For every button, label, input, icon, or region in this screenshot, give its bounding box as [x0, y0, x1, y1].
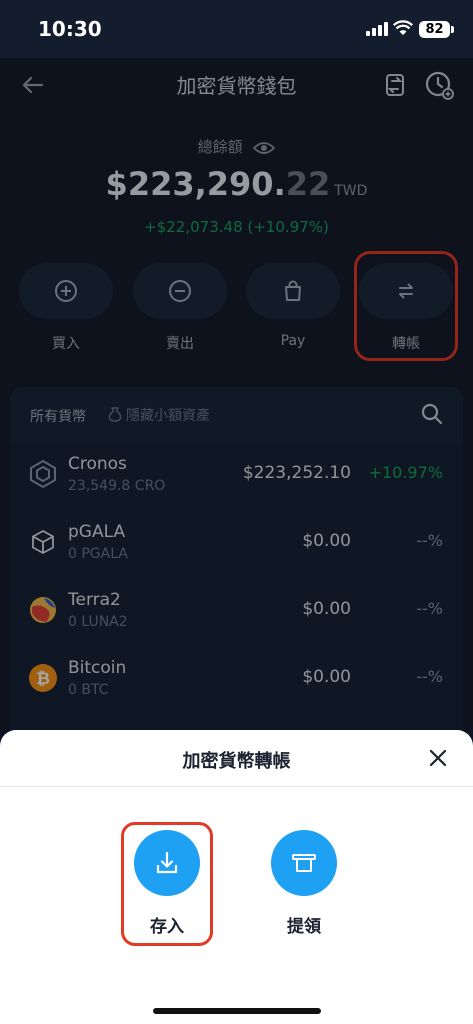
withdraw-button[interactable]: 提領 — [254, 830, 354, 937]
sheet-title: 加密貨幣轉帳 — [182, 751, 291, 772]
atm-withdraw-icon — [292, 854, 316, 872]
sheet-divider — [0, 786, 473, 787]
withdraw-button-circle[interactable] — [271, 830, 337, 896]
status-bar: 10:30 82 — [0, 0, 473, 58]
battery-tip — [451, 26, 454, 33]
battery-indicator: 82 — [419, 21, 450, 38]
deposit-highlight-box — [121, 822, 213, 946]
wifi-icon — [393, 20, 413, 35]
close-icon[interactable] — [426, 746, 450, 770]
status-time: 10:30 — [38, 17, 102, 41]
modal-scrim[interactable] — [0, 58, 473, 730]
home-indicator — [153, 1008, 321, 1014]
withdraw-label: 提領 — [287, 917, 321, 937]
transfer-bottom-sheet: 加密貨幣轉帳 存入 提領 — [0, 730, 473, 1024]
cellular-signal-icon — [366, 22, 388, 36]
